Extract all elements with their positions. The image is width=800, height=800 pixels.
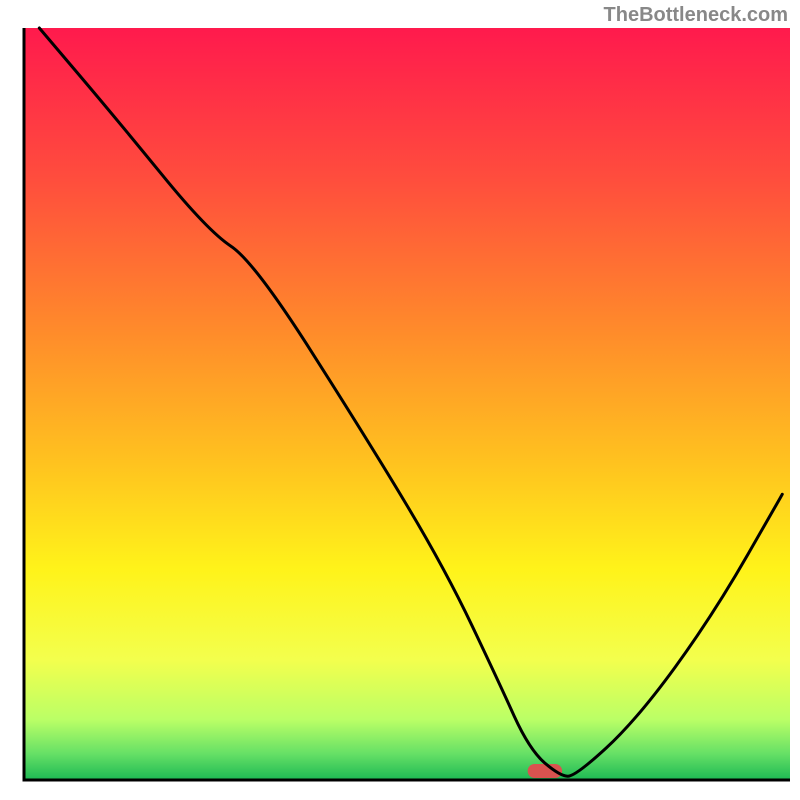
chart-svg: [0, 0, 800, 800]
bottleneck-chart: TheBottleneck.com: [0, 0, 800, 800]
watermark-text: TheBottleneck.com: [604, 4, 788, 27]
